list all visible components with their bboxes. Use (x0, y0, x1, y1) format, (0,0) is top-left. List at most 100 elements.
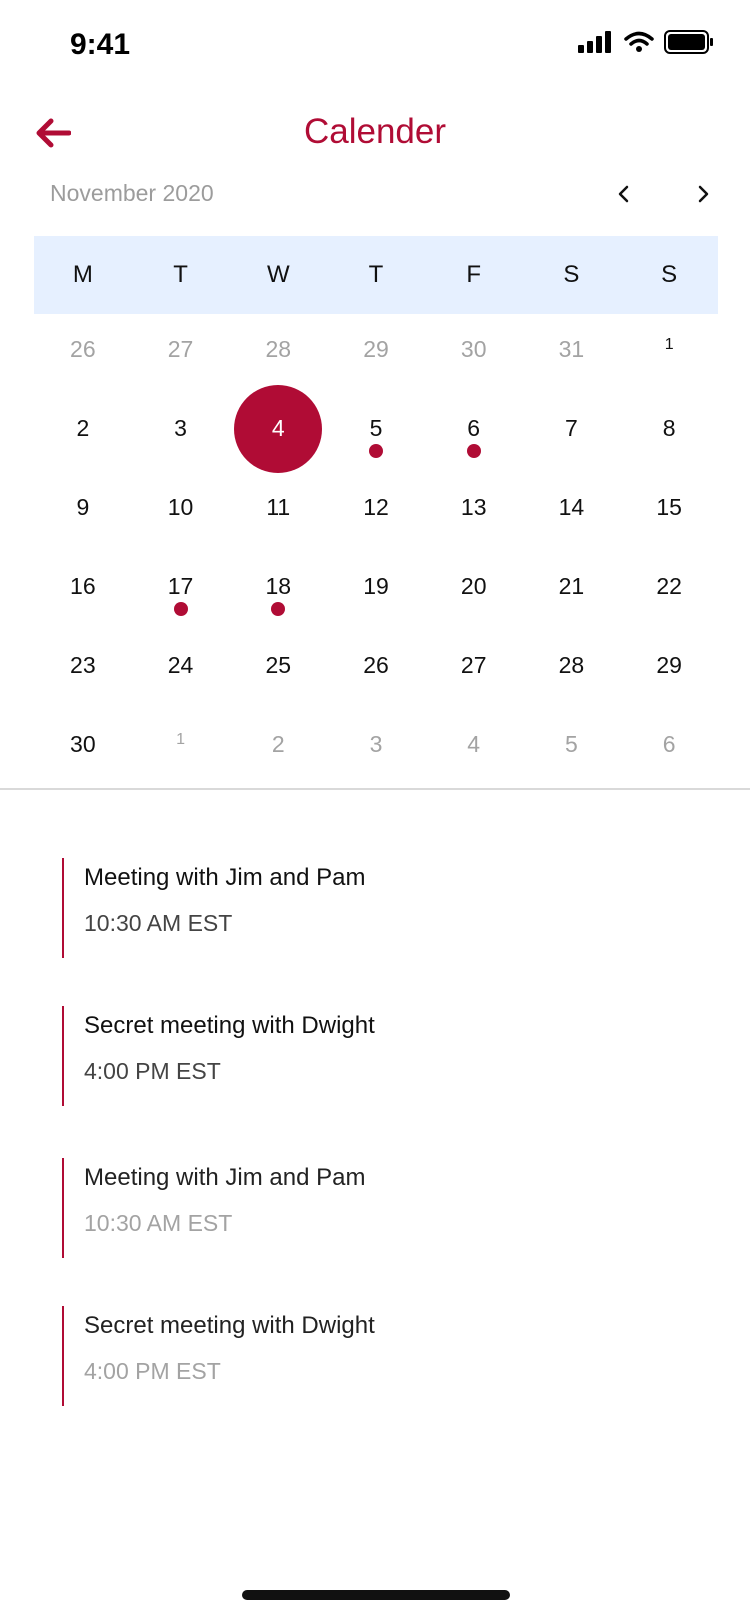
day-number: 26 (70, 336, 96, 362)
calendar-day[interactable]: 29 (620, 626, 718, 705)
day-number: 3 (174, 415, 187, 441)
calendar-day[interactable]: 1 (132, 705, 230, 784)
day-number: 30 (460, 336, 487, 362)
calendar-day[interactable]: 12 (327, 468, 425, 547)
event-time: 4:00 PM EST (84, 1358, 221, 1384)
weekday-label: T (368, 261, 384, 288)
calendar-day[interactable]: 1 (620, 310, 718, 389)
day-number: 3 (369, 731, 383, 757)
calendar-day-selected[interactable]: 4 (229, 389, 327, 468)
calendar-day[interactable]: 11 (229, 468, 327, 547)
weekday-label: T (173, 261, 188, 288)
calendar-day[interactable]: 5 (523, 705, 621, 784)
day-number: 2 (271, 731, 285, 757)
day-number: 16 (70, 573, 96, 599)
calendar-day[interactable]: 8 (620, 389, 718, 468)
day-number: 9 (76, 494, 90, 520)
calendar-day[interactable]: 5 (327, 389, 425, 468)
calendar-day[interactable]: 24 (132, 626, 230, 705)
weekday-label: M (72, 261, 93, 288)
home-indicator[interactable] (242, 1590, 510, 1600)
weekday-label: W (266, 261, 290, 288)
calendar-day[interactable]: 15 (620, 468, 718, 547)
day-number: 28 (265, 336, 292, 362)
month-navigation: November 2020 (0, 176, 750, 216)
day-number: 27 (167, 336, 194, 362)
calendar-day[interactable]: 19 (327, 547, 425, 626)
day-number: 25 (265, 652, 292, 678)
event-title: Secret meeting with Dwight (84, 1312, 375, 1339)
calendar-day[interactable]: 28 (229, 310, 327, 389)
calendar-day[interactable]: 3 (327, 705, 425, 784)
day-number: 7 (565, 415, 578, 441)
day-number: 4 (467, 731, 481, 757)
calendar-day[interactable]: 17 (132, 547, 230, 626)
calendar-day[interactable]: 23 (34, 626, 132, 705)
day-number: 4 (271, 415, 285, 441)
calendar-day[interactable]: 6 (425, 389, 523, 468)
page-title: Calender (303, 112, 447, 151)
weekday-label: S (563, 261, 580, 288)
day-number: 14 (558, 494, 585, 520)
calendar-day[interactable]: 14 (523, 468, 621, 547)
calendar-day[interactable]: 16 (34, 547, 132, 626)
event-indicator-dot (466, 444, 481, 458)
day-number: 1 (176, 730, 186, 748)
calendar-day[interactable]: 26 (34, 310, 132, 389)
calendar-day[interactable]: 31 (523, 310, 621, 389)
event-item[interactable]: Meeting with Jim and Pam 10:30 AM EST (62, 858, 712, 958)
calendar-day[interactable]: 21 (523, 547, 621, 626)
calendar-day[interactable]: 3 (132, 389, 230, 468)
day-number: 17 (167, 573, 194, 599)
calendar-day[interactable]: 26 (327, 626, 425, 705)
day-number: 2 (76, 415, 90, 441)
calendar-day[interactable]: 2 (229, 705, 327, 784)
day-number: 18 (265, 573, 292, 599)
month-label: November 2020 (50, 180, 214, 206)
calendar-day[interactable]: 10 (132, 468, 230, 547)
day-number: 8 (662, 415, 676, 441)
calendar-day[interactable]: 9 (34, 468, 132, 547)
calendar-day[interactable]: 18 (229, 547, 327, 626)
calendar-day[interactable]: 25 (229, 626, 327, 705)
calendar-day[interactable]: 27 (132, 310, 230, 389)
event-time: 4:00 PM EST (84, 1058, 221, 1084)
calendar-day[interactable]: 4 (425, 705, 523, 784)
day-number: 19 (363, 573, 389, 599)
day-number: 30 (70, 731, 96, 757)
previous-month-button[interactable] (603, 176, 643, 216)
event-item[interactable]: Secret meeting with Dwight 4:00 PM EST (62, 1306, 712, 1406)
day-number: 1 (664, 335, 674, 353)
calendar-day[interactable]: 2 (34, 389, 132, 468)
event-time: 10:30 AM EST (84, 910, 233, 936)
calendar-day[interactable]: 30 (425, 310, 523, 389)
event-item[interactable]: Secret meeting with Dwight 4:00 PM EST (62, 1006, 712, 1106)
day-number: 13 (460, 494, 487, 520)
calendar-day[interactable]: 30 (34, 705, 132, 784)
cellular-signal-icon (578, 31, 614, 58)
chevron-right-icon (697, 184, 711, 209)
next-month-button[interactable] (684, 176, 724, 216)
calendar-day[interactable]: 7 (523, 389, 621, 468)
status-time: 9:41 (70, 28, 131, 61)
calendar-day[interactable]: 6 (620, 705, 718, 784)
calendar-day[interactable]: 27 (425, 626, 523, 705)
event-indicator-dot (173, 602, 188, 616)
day-number: 11 (266, 494, 291, 520)
event-time: 10:30 AM EST (84, 1210, 233, 1236)
event-title: Meeting with Jim and Pam (84, 1164, 366, 1191)
day-number: 27 (460, 652, 487, 678)
event-indicator-dot (271, 602, 286, 616)
calendar-day[interactable]: 22 (620, 547, 718, 626)
day-number: 12 (363, 494, 389, 520)
day-number: 24 (167, 652, 194, 678)
calendar-day[interactable]: 28 (523, 626, 621, 705)
day-number: 5 (565, 731, 578, 757)
calendar-day[interactable]: 29 (327, 310, 425, 389)
calendar-day[interactable]: 20 (425, 547, 523, 626)
day-number: 10 (167, 494, 194, 520)
chevron-left-icon (616, 184, 630, 209)
calendar-day[interactable]: 13 (425, 468, 523, 547)
event-item[interactable]: Meeting with Jim and Pam 10:30 AM EST (62, 1158, 712, 1258)
wifi-icon (624, 31, 654, 58)
